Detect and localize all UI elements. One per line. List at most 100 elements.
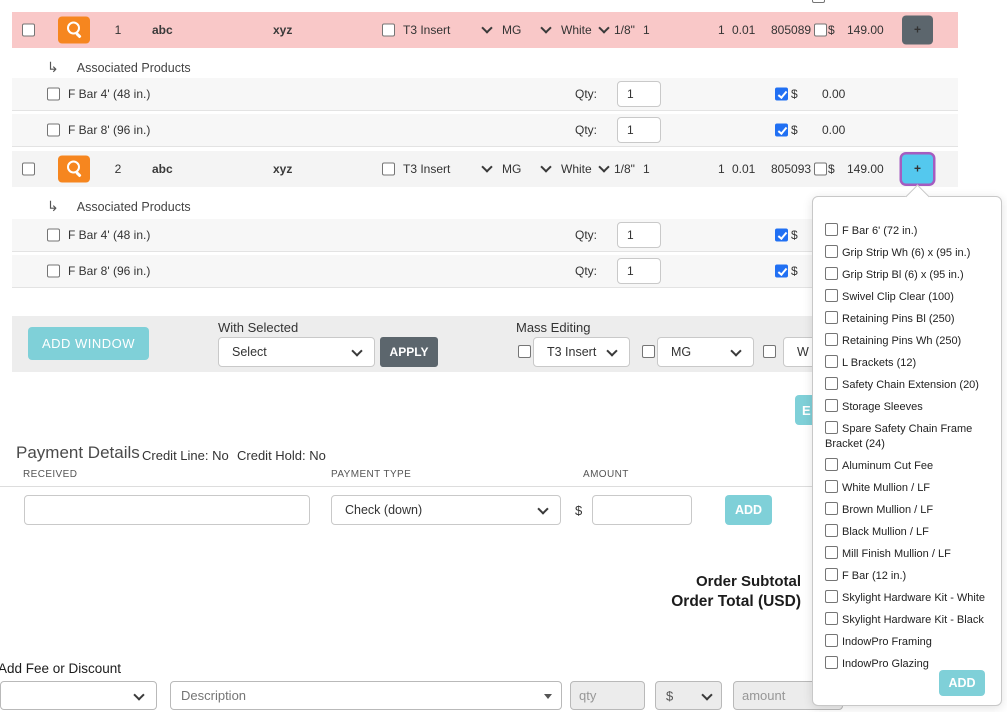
insert-select-value[interactable]: T3 Insert <box>403 162 450 176</box>
payment-type-select[interactable]: Check (down) <box>331 495 561 525</box>
checkbox[interactable] <box>812 0 825 3</box>
price-checkbox-checked[interactable] <box>775 229 788 242</box>
with-selected-select[interactable]: Select <box>218 337 375 367</box>
fee-type-select[interactable] <box>0 681 157 710</box>
insert-checkbox[interactable] <box>382 163 395 176</box>
popup-product-option[interactable]: Safety Chain Extension (20) <box>825 377 991 393</box>
assoc-checkbox[interactable] <box>47 124 60 137</box>
row-checkbox[interactable] <box>22 163 35 176</box>
search-button[interactable] <box>58 17 90 44</box>
chevron-down-icon <box>730 345 741 356</box>
popup-product-option[interactable]: Spare Safety Chain Frame Bracket (24) <box>825 421 991 452</box>
qty-input[interactable] <box>617 117 661 143</box>
payment-type-column-label: PAYMENT TYPE <box>331 469 411 480</box>
price-checkbox[interactable] <box>814 24 827 37</box>
chevron-down-icon[interactable] <box>483 160 491 174</box>
popup-product-option[interactable]: Skylight Hardware Kit - White <box>825 590 991 606</box>
associated-products-header: ↳Associated Products <box>47 198 191 215</box>
grade-select-value[interactable]: MG <box>502 162 521 176</box>
add-associated-button[interactable]: + <box>902 16 933 45</box>
apply-button[interactable]: APPLY <box>380 337 438 367</box>
color-select-value[interactable]: White <box>561 23 592 37</box>
popup-product-option[interactable]: L Brackets (12) <box>825 355 991 371</box>
fee-description-input[interactable] <box>170 681 562 710</box>
checkbox[interactable] <box>825 245 838 258</box>
popup-product-option[interactable]: Retaining Pins Bl (250) <box>825 311 991 327</box>
dropdown-caret-icon[interactable] <box>544 694 552 699</box>
checkbox[interactable] <box>825 458 838 471</box>
checkbox[interactable] <box>825 590 838 603</box>
qty-input[interactable] <box>617 81 661 107</box>
checkbox[interactable] <box>825 223 838 236</box>
add-window-button[interactable]: ADD WINDOW <box>28 327 149 360</box>
chevron-down-icon[interactable] <box>483 21 491 35</box>
checkbox[interactable] <box>825 399 838 412</box>
popup-product-option[interactable]: Storage Sleeves <box>825 399 991 415</box>
assoc-checkbox[interactable] <box>47 88 60 101</box>
popup-product-option[interactable]: Aluminum Cut Fee <box>825 458 991 474</box>
checkbox[interactable] <box>825 311 838 324</box>
checkbox[interactable] <box>825 421 838 434</box>
checkbox[interactable] <box>825 480 838 493</box>
mass-edit-checkbox[interactable] <box>518 345 531 358</box>
popup-product-option[interactable]: F Bar (12 in.) <box>825 568 991 584</box>
mass-grade-select[interactable]: MG <box>657 337 754 367</box>
popup-product-option[interactable]: Grip Strip Bl (6) x (95 in.) <box>825 267 991 283</box>
price-checkbox-checked[interactable] <box>775 88 788 101</box>
insert-select-value[interactable]: T3 Insert <box>403 23 450 37</box>
qty-input[interactable] <box>617 258 661 284</box>
add-associated-button-active[interactable]: + <box>902 155 933 184</box>
price-checkbox-checked[interactable] <box>775 124 788 137</box>
checkbox[interactable] <box>825 333 838 346</box>
search-button[interactable] <box>58 156 90 183</box>
price-checkbox-checked[interactable] <box>775 265 788 278</box>
checkbox[interactable] <box>825 612 838 625</box>
checkbox[interactable] <box>825 377 838 390</box>
add-fee-title: Add Fee or Discount <box>0 661 121 676</box>
received-input[interactable] <box>24 495 310 525</box>
popup-product-option[interactable]: Mill Finish Mullion / LF <box>825 546 991 562</box>
checkbox[interactable] <box>825 289 838 302</box>
color-select-value[interactable]: White <box>561 162 592 176</box>
assoc-checkbox[interactable] <box>47 265 60 278</box>
popup-product-option[interactable]: Brown Mullion / LF <box>825 502 991 518</box>
order-page: 1 abc xyz T3 Insert MG White 1/8" 1 1 0.… <box>0 0 1007 712</box>
popup-product-option[interactable]: F Bar 6' (72 in.) <box>825 223 991 239</box>
popup-product-option[interactable]: Retaining Pins Wh (250) <box>825 333 991 349</box>
chevron-down-icon[interactable] <box>542 21 550 35</box>
popup-product-option[interactable]: Black Mullion / LF <box>825 524 991 540</box>
height-value: 1 <box>718 23 725 37</box>
insert-checkbox[interactable] <box>382 24 395 37</box>
grade-select-value[interactable]: MG <box>502 23 521 37</box>
checkbox[interactable] <box>825 634 838 647</box>
popup-product-option[interactable]: Skylight Hardware Kit - Black <box>825 612 991 628</box>
chevron-down-icon[interactable] <box>600 21 608 35</box>
fee-unit-select[interactable]: $ <box>655 681 722 710</box>
popup-product-option[interactable]: Grip Strip Wh (6) x (95 in.) <box>825 245 991 261</box>
checkbox[interactable] <box>825 355 838 368</box>
checkbox[interactable] <box>825 546 838 559</box>
chevron-down-icon[interactable] <box>542 160 550 174</box>
popup-product-option[interactable]: White Mullion / LF <box>825 480 991 496</box>
price-checkbox[interactable] <box>814 163 827 176</box>
checkbox[interactable] <box>825 656 838 669</box>
qty-input[interactable] <box>617 222 661 248</box>
row-checkbox[interactable] <box>22 24 35 37</box>
add-payment-button[interactable]: ADD <box>725 495 772 525</box>
chevron-down-icon[interactable] <box>600 160 608 174</box>
popup-product-option[interactable]: IndowPro Framing <box>825 634 991 650</box>
payment-amount-input[interactable] <box>592 495 692 525</box>
popup-add-button[interactable]: ADD <box>939 670 985 696</box>
popup-product-option[interactable]: Swivel Clip Clear (100) <box>825 289 991 305</box>
checkbox[interactable] <box>825 267 838 280</box>
qty-label: Qty: <box>575 228 597 242</box>
checkbox[interactable] <box>825 524 838 537</box>
assoc-checkbox[interactable] <box>47 229 60 242</box>
mass-insert-select[interactable]: T3 Insert <box>533 337 630 367</box>
mass-edit-checkbox[interactable] <box>763 345 776 358</box>
checkbox[interactable] <box>825 502 838 515</box>
assoc-label: F Bar 8' (96 in.) <box>68 264 150 278</box>
checkbox[interactable] <box>825 568 838 581</box>
fee-qty-input[interactable] <box>570 681 645 710</box>
mass-edit-checkbox[interactable] <box>642 345 655 358</box>
